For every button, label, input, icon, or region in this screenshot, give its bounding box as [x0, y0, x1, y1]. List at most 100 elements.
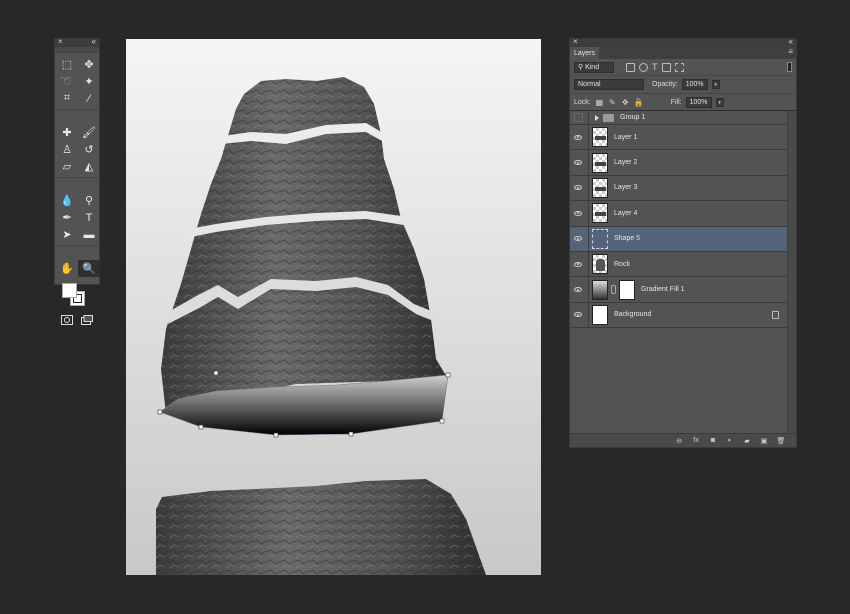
- layer-row[interactable]: Shape 5: [570, 226, 789, 252]
- filter-toggle-icon[interactable]: [787, 62, 792, 72]
- eye-icon: [574, 287, 582, 293]
- tab-layers[interactable]: Layers: [570, 47, 600, 59]
- lock-pixels-icon[interactable]: ✎: [608, 98, 617, 107]
- brush-icon[interactable]: 🖌: [78, 124, 100, 141]
- crop-icon[interactable]: ⌗: [56, 90, 78, 107]
- move-icon[interactable]: ✥: [78, 56, 100, 73]
- layer-thumbnail[interactable]: [592, 203, 608, 224]
- lasso-icon[interactable]: ➰: [56, 73, 78, 90]
- opacity-stepper-icon[interactable]: ▾: [711, 80, 720, 89]
- adjustment-layer-icon[interactable]: ◐: [725, 437, 735, 444]
- layer-thumbnail[interactable]: [592, 279, 608, 300]
- layer-row[interactable]: Group 1: [570, 111, 789, 125]
- blur-icon[interactable]: 💧: [56, 192, 78, 209]
- layer-row[interactable]: Rock: [570, 251, 789, 278]
- layers-panel-titlebar[interactable]: × «: [570, 37, 796, 47]
- tools-panel-titlebar[interactable]: × «: [55, 37, 99, 47]
- visibility-toggle[interactable]: [570, 160, 586, 166]
- delete-layer-icon[interactable]: 🗑: [776, 437, 786, 445]
- filter-adjustment-icon[interactable]: [639, 62, 648, 72]
- opacity-label: Opacity:: [652, 81, 678, 88]
- layer-row[interactable]: Layer 3: [570, 175, 789, 202]
- tools-panel: × « ⬚ ✥ ➰ ✦ ⌗ ⁄ ✚ 🖌 ♙ ↺ ▱ ◭ 💧 ⚲ ✒ T ➤ ▬ ✋ 🔍: [54, 37, 100, 325]
- panel-menu-icon[interactable]: ≡: [788, 47, 793, 56]
- layer-row[interactable]: Background: [570, 302, 789, 329]
- eye-icon: [574, 210, 582, 216]
- new-group-icon[interactable]: ▰: [742, 437, 752, 445]
- visibility-toggle[interactable]: [570, 236, 586, 242]
- paint-bucket-icon[interactable]: ◭: [78, 158, 100, 175]
- expand-triangle-icon[interactable]: [595, 114, 599, 121]
- foreground-color-swatch[interactable]: [62, 283, 77, 298]
- close-icon[interactable]: ×: [573, 37, 578, 46]
- filter-kind-select[interactable]: ⚲ Kind: [574, 61, 614, 73]
- visibility-toggle[interactable]: [570, 287, 586, 293]
- layer-thumbnail[interactable]: [592, 127, 608, 148]
- add-mask-icon[interactable]: ◙: [708, 437, 718, 444]
- filter-type-icon[interactable]: T: [652, 62, 658, 72]
- visibility-toggle[interactable]: [570, 134, 586, 140]
- eye-icon: [574, 236, 582, 242]
- visibility-toggle[interactable]: [570, 113, 586, 122]
- layer-mask-thumbnail[interactable]: [619, 279, 635, 300]
- layer-row[interactable]: Layer 2: [570, 150, 789, 176]
- visibility-toggle[interactable]: [570, 210, 586, 216]
- row-divider: [588, 251, 589, 277]
- dodge-icon[interactable]: ⚲: [78, 192, 100, 209]
- type-icon[interactable]: T: [78, 209, 100, 226]
- marquee-icon[interactable]: ⬚: [56, 56, 78, 73]
- layer-row[interactable]: Layer 1: [570, 125, 789, 151]
- rectangle-icon[interactable]: ▬: [78, 226, 100, 243]
- row-divider: [588, 226, 589, 251]
- collapse-icon[interactable]: «: [92, 37, 96, 46]
- mask-link-icon[interactable]: [611, 285, 616, 295]
- new-layer-icon[interactable]: ▣: [759, 437, 769, 445]
- filter-pixel-icon[interactable]: [626, 62, 635, 72]
- eye-hidden-icon: [573, 113, 583, 122]
- layer-thumbnail[interactable]: [592, 304, 608, 325]
- filter-smart-object-icon[interactable]: [674, 62, 684, 72]
- eyedropper-icon[interactable]: ⁄: [78, 90, 100, 107]
- healing-brush-icon[interactable]: ✚: [56, 124, 78, 141]
- document-canvas[interactable]: [126, 39, 541, 575]
- screen-mode-icon[interactable]: [81, 315, 93, 325]
- layer-row[interactable]: Gradient Fill 1: [570, 277, 789, 303]
- history-brush-icon[interactable]: ↺: [78, 141, 100, 158]
- lock-all-icon[interactable]: 🔒: [634, 98, 644, 107]
- fill-input[interactable]: 100%: [685, 96, 712, 108]
- visibility-toggle[interactable]: [570, 261, 586, 267]
- row-divider: [588, 302, 589, 328]
- tool-separator: [56, 109, 100, 113]
- layer-thumbnail[interactable]: [592, 254, 608, 275]
- layers-scrollbar[interactable]: [787, 111, 796, 433]
- eraser-icon[interactable]: ▱: [56, 158, 78, 175]
- fill-label: Fill:: [670, 98, 682, 106]
- close-icon[interactable]: ×: [58, 37, 63, 46]
- layer-thumbnail[interactable]: [592, 228, 608, 249]
- visibility-toggle[interactable]: [570, 312, 586, 318]
- lock-transparent-icon[interactable]: ▦: [595, 98, 604, 107]
- quick-mask-icon[interactable]: [61, 315, 73, 325]
- row-divider: [588, 201, 589, 226]
- clone-stamp-icon[interactable]: ♙: [56, 141, 78, 158]
- layer-row[interactable]: Layer 4: [570, 201, 789, 227]
- visibility-toggle[interactable]: [570, 185, 586, 191]
- blend-mode-select[interactable]: Normal: [574, 79, 644, 90]
- eye-icon: [574, 261, 582, 267]
- opacity-input[interactable]: 100%: [681, 79, 708, 90]
- fx-icon[interactable]: fx: [691, 437, 701, 444]
- fill-stepper-icon[interactable]: ▾: [715, 97, 724, 107]
- hand-icon[interactable]: ✋: [56, 260, 78, 277]
- collapse-icon[interactable]: «: [789, 37, 793, 46]
- blend-row: Normal Opacity: 100% ▾: [570, 76, 796, 94]
- lock-position-icon[interactable]: ✥: [621, 98, 630, 107]
- zoom-icon[interactable]: 🔍: [78, 260, 100, 277]
- filter-shape-icon[interactable]: [661, 62, 671, 72]
- pen-icon[interactable]: ✒: [56, 209, 78, 226]
- path-selection-icon[interactable]: ➤: [56, 226, 78, 243]
- layer-thumbnail[interactable]: [592, 152, 608, 173]
- link-layers-icon[interactable]: ⊖: [674, 437, 684, 445]
- lock-icon: [772, 310, 779, 319]
- magic-wand-icon[interactable]: ✦: [78, 73, 100, 90]
- layer-thumbnail[interactable]: [592, 177, 608, 198]
